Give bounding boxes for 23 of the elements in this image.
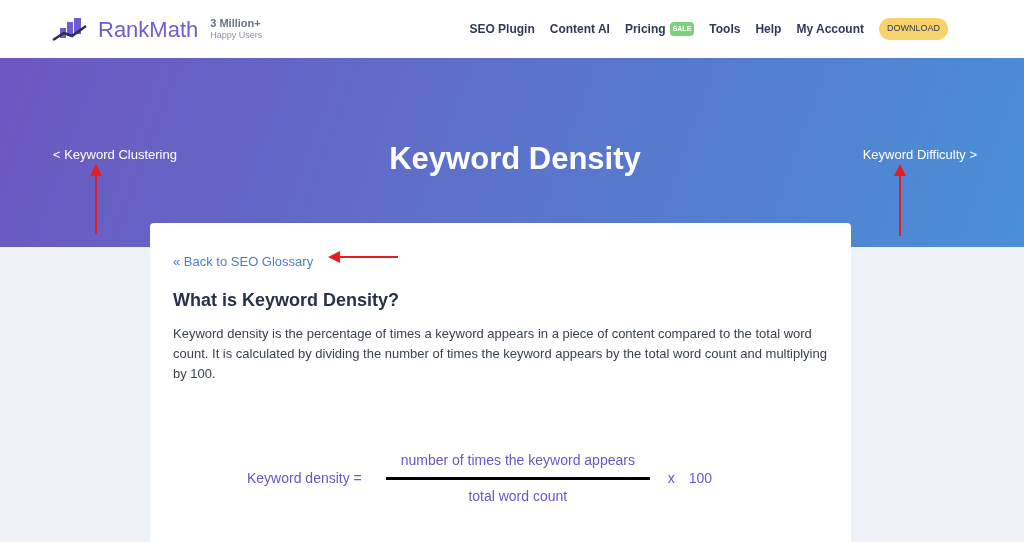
nav-link[interactable]: Help — [755, 20, 782, 38]
formula-label: Keyword density = — [247, 469, 362, 488]
tagline-count: 3 Million+ — [210, 18, 262, 29]
formula-denominator: total word count — [468, 487, 568, 506]
formula-factor: 100 — [688, 469, 713, 488]
nav-link[interactable]: SEO Plugin — [469, 20, 535, 38]
page-title: Keyword Density — [389, 140, 641, 178]
next-link[interactable]: Keyword Difficulty > — [777, 145, 977, 165]
tagline-text: Happy Users — [210, 31, 263, 40]
nav-link[interactable]: Content AI — [549, 20, 610, 38]
download-button[interactable]: DOWNLOAD — [879, 18, 948, 40]
previous-link[interactable]: < Keyword Clustering — [53, 145, 253, 165]
formula-operator: x — [667, 469, 675, 488]
definition-paragraph: Keyword density is the percentage of times a keyword appears in a piece of content compared to the total word count. It is calculated by dividing the number of times the keyword appears by the total word count and multiplying by 100. — [173, 325, 828, 383]
annotation-arrow — [328, 251, 399, 263]
formula-numerator: number of times the keyword appears — [400, 451, 635, 470]
nav-link[interactable]: Pricing — [624, 20, 666, 38]
annotation-arrow — [90, 164, 102, 235]
nav-link[interactable]: Tools — [709, 20, 741, 38]
section-heading: What is Keyword Density? — [173, 289, 401, 312]
back-link[interactable]: « Back to SEO Glossary — [173, 254, 314, 269]
logo-text[interactable]: RankMath — [98, 12, 199, 46]
nav-link[interactable]: My Account — [796, 20, 864, 38]
